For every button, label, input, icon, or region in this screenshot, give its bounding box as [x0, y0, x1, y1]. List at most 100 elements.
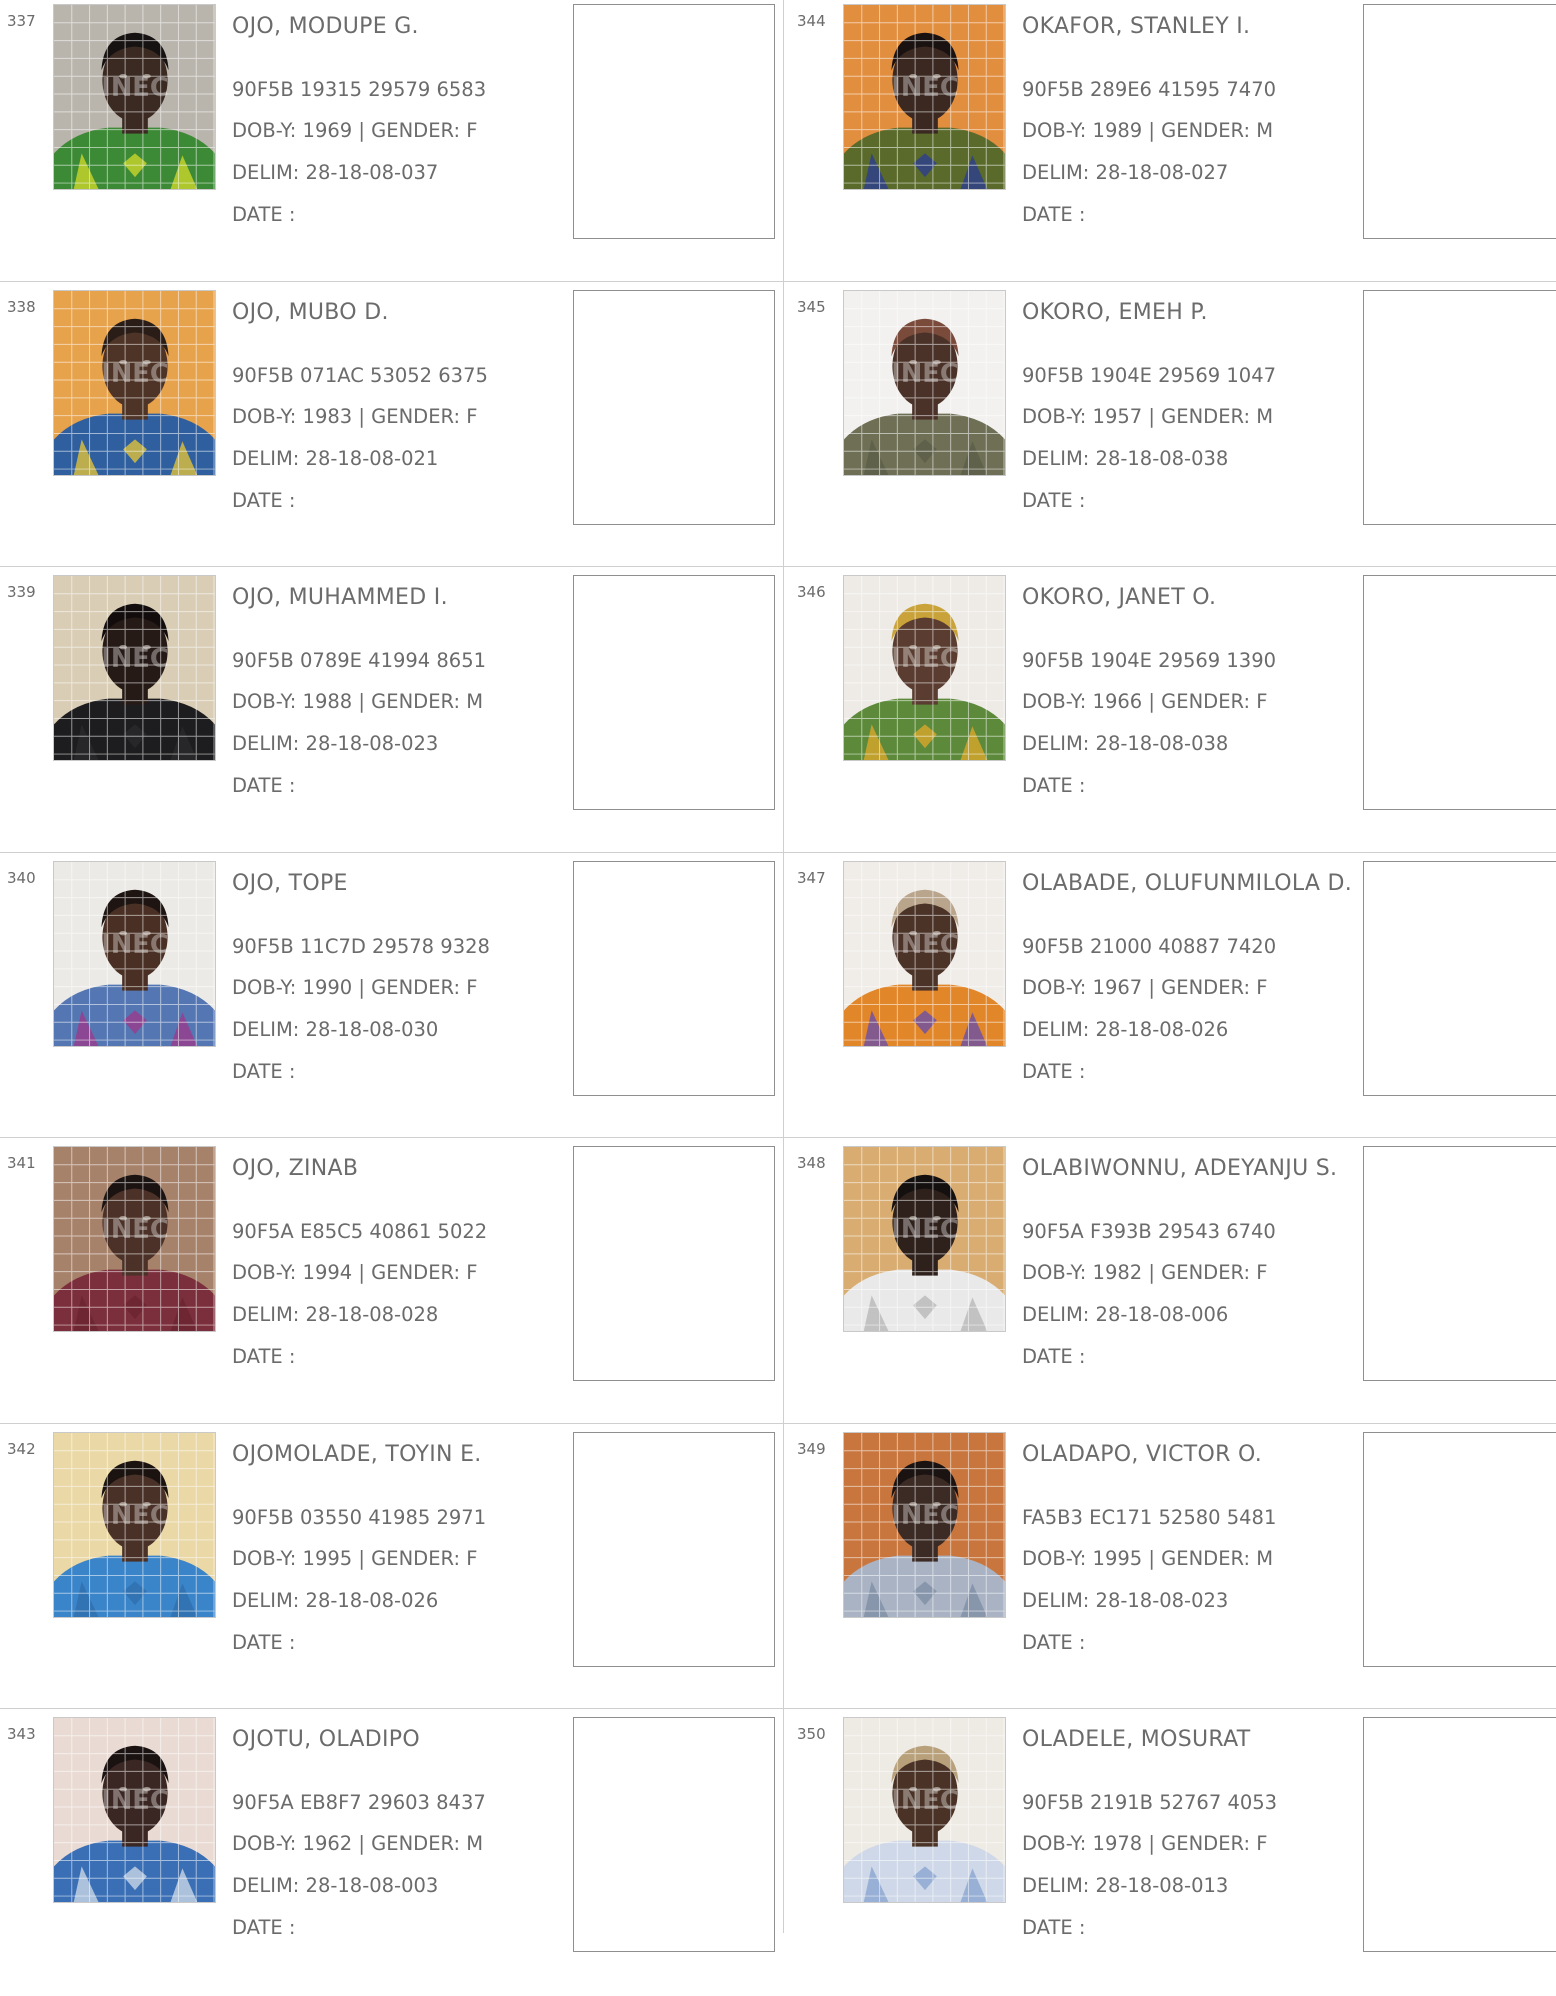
voter-entry: 343 INEC OJOTU, OLADIPO 90F5A EB8F7 2960… — [0, 1713, 783, 1996]
voter-name: OJO, TOPE — [232, 871, 348, 896]
voter-delim: DELIM: 28-18-08-027 — [1022, 161, 1229, 184]
voter-vin: 90F5A EB8F7 29603 8437 — [232, 1791, 486, 1814]
voter-gender: | GENDER: F — [358, 976, 478, 999]
thumbprint-box — [573, 1146, 775, 1381]
thumbprint-box — [1363, 1432, 1556, 1667]
voter-date: DATE : — [1022, 1631, 1086, 1654]
voter-dob: DOB-Y: 1962 — [232, 1832, 353, 1855]
voter-gender: | GENDER: F — [1148, 976, 1268, 999]
voter-delim: DELIM: 28-18-08-026 — [232, 1589, 439, 1612]
voter-gender: | GENDER: F — [1148, 1832, 1268, 1855]
voter-photo: INEC — [53, 290, 216, 476]
inec-watermark: INEC — [891, 930, 958, 960]
thumbprint-box — [573, 4, 775, 239]
voter-photo: INEC — [53, 861, 216, 1047]
voter-entry: 344 INEC OKAFOR, STANLEY I. 90F5B 289E6 … — [790, 0, 1556, 283]
portrait-image: INEC — [844, 576, 1005, 760]
inec-watermark: INEC — [101, 644, 168, 674]
inec-watermark: INEC — [891, 73, 958, 103]
thumbprint-box — [1363, 861, 1556, 1096]
voter-dob: DOB-Y: 1966 — [1022, 690, 1143, 713]
voter-dob: DOB-Y: 1994 — [232, 1261, 353, 1284]
voter-entry: 337 INEC OJO, MODUPE G. 90F5B 19315 2957… — [0, 0, 783, 283]
portrait-image: INEC — [54, 576, 215, 760]
voter-entry: 348 INEC OLABIWONNU, ADEYANJU S. 90F5A F… — [790, 1142, 1556, 1425]
voter-dob-gender: DOB-Y: 1983 | GENDER: F — [232, 405, 477, 428]
thumbprint-box — [573, 861, 775, 1096]
voter-entry: 340 INEC OJO, TOPE 90F5B 11C7D 29578 932… — [0, 857, 783, 1140]
voter-date: DATE : — [232, 203, 296, 226]
inec-watermark: INEC — [101, 73, 168, 103]
voter-dob: DOB-Y: 1983 — [232, 405, 353, 428]
voter-dob-gender: DOB-Y: 1994 | GENDER: F — [232, 1261, 477, 1284]
voter-name: OLADELE, MOSURAT — [1022, 1727, 1251, 1752]
voter-date: DATE : — [232, 1916, 296, 1939]
thumbprint-box — [1363, 1717, 1556, 1952]
voter-name: OKAFOR, STANLEY I. — [1022, 14, 1251, 39]
serial-number: 349 — [797, 1440, 826, 1458]
voter-dob-gender: DOB-Y: 1995 | GENDER: F — [232, 1547, 477, 1570]
column-divider — [783, 0, 784, 1933]
voter-name: OJO, MUBO D. — [232, 300, 389, 325]
voter-gender: | GENDER: F — [1148, 1261, 1268, 1284]
voter-photo: INEC — [843, 1432, 1006, 1618]
voter-dob: DOB-Y: 1988 — [232, 690, 353, 713]
voter-dob-gender: DOB-Y: 1995 | GENDER: M — [1022, 1547, 1273, 1570]
voter-dob: DOB-Y: 1978 — [1022, 1832, 1143, 1855]
voter-dob-gender: DOB-Y: 1990 | GENDER: F — [232, 976, 477, 999]
voter-dob-gender: DOB-Y: 1988 | GENDER: M — [232, 690, 483, 713]
voter-photo: INEC — [53, 1146, 216, 1332]
inec-watermark: INEC — [101, 359, 168, 389]
inec-watermark: INEC — [891, 359, 958, 389]
voter-vin: 90F5B 0789E 41994 8651 — [232, 649, 487, 672]
voter-vin: 90F5A E85C5 40861 5022 — [232, 1220, 488, 1243]
serial-number: 342 — [7, 1440, 36, 1458]
voter-vin: 90F5B 03550 41985 2971 — [232, 1506, 487, 1529]
voter-vin: 90F5B 19315 29579 6583 — [232, 78, 487, 101]
voter-gender: | GENDER: F — [358, 405, 478, 428]
voter-register-page: 337 INEC OJO, MODUPE G. 90F5B 19315 2957… — [0, 0, 1556, 1952]
voter-photo: INEC — [843, 1717, 1006, 1903]
serial-number: 350 — [797, 1725, 826, 1743]
portrait-image: INEC — [54, 1718, 215, 1902]
thumbprint-box — [573, 290, 775, 525]
voter-delim: DELIM: 28-18-08-003 — [232, 1874, 439, 1897]
portrait-image: INEC — [844, 1433, 1005, 1617]
inec-watermark: INEC — [891, 1786, 958, 1816]
serial-number: 341 — [7, 1154, 36, 1172]
voter-date: DATE : — [232, 1345, 296, 1368]
voter-dob-gender: DOB-Y: 1969 | GENDER: F — [232, 119, 477, 142]
voter-name: OLADAPO, VICTOR O. — [1022, 1442, 1263, 1467]
inec-watermark: INEC — [891, 1501, 958, 1531]
voter-photo: INEC — [53, 4, 216, 190]
inec-watermark: INEC — [101, 1786, 168, 1816]
voter-dob: DOB-Y: 1957 — [1022, 405, 1143, 428]
voter-vin: 90F5B 1904E 29569 1390 — [1022, 649, 1277, 672]
voter-vin: 90F5B 2191B 52767 4053 — [1022, 1791, 1278, 1814]
voter-vin: 90F5B 21000 40887 7420 — [1022, 935, 1277, 958]
voter-dob-gender: DOB-Y: 1989 | GENDER: M — [1022, 119, 1273, 142]
voter-delim: DELIM: 28-18-08-038 — [1022, 447, 1229, 470]
voter-delim: DELIM: 28-18-08-030 — [232, 1018, 439, 1041]
voter-entry: 341 INEC OJO, ZINAB 90F5A E85C5 40861 50… — [0, 1142, 783, 1425]
portrait-image: INEC — [54, 862, 215, 1046]
voter-date: DATE : — [232, 774, 296, 797]
voter-photo: INEC — [843, 861, 1006, 1047]
voter-dob: DOB-Y: 1982 — [1022, 1261, 1143, 1284]
voter-dob-gender: DOB-Y: 1967 | GENDER: F — [1022, 976, 1267, 999]
inec-watermark: INEC — [891, 1215, 958, 1245]
voter-date: DATE : — [1022, 1345, 1086, 1368]
voter-name: OKORO, EMEH P. — [1022, 300, 1208, 325]
thumbprint-box — [573, 1432, 775, 1667]
voter-dob-gender: DOB-Y: 1966 | GENDER: F — [1022, 690, 1267, 713]
serial-number: 345 — [797, 298, 826, 316]
portrait-image: INEC — [54, 1433, 215, 1617]
inec-watermark: INEC — [891, 644, 958, 674]
thumbprint-box — [1363, 575, 1556, 810]
portrait-image: INEC — [844, 1147, 1005, 1331]
voter-gender: | GENDER: M — [1148, 119, 1274, 142]
serial-number: 340 — [7, 869, 36, 887]
voter-name: OJO, ZINAB — [232, 1156, 359, 1181]
voter-vin: 90F5B 1904E 29569 1047 — [1022, 364, 1277, 387]
portrait-image: INEC — [54, 5, 215, 189]
